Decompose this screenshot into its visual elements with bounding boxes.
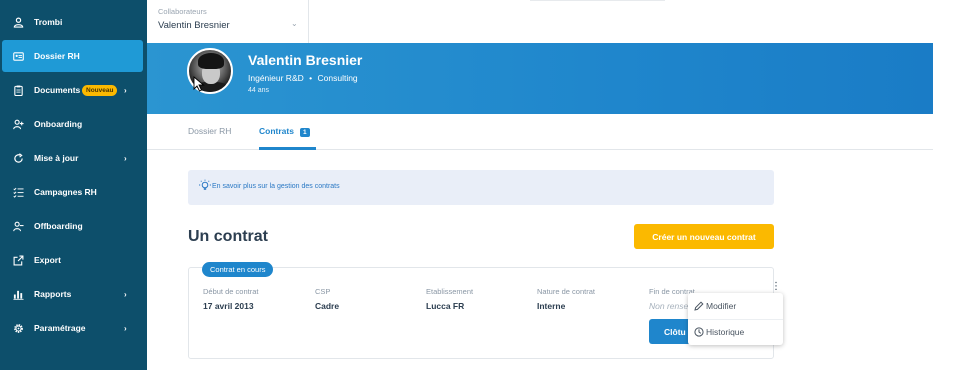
profile-banner: Valentin Bresnier Ingénieur R&D • Consul… (147, 43, 933, 114)
person-add-icon (12, 118, 24, 130)
top-divider (530, 0, 665, 1)
profile-age: 44 ans (248, 87, 270, 94)
tab-bar: Dossier RH Contrats 1 (147, 114, 933, 150)
sidebar-item-label: Offboarding (34, 221, 83, 231)
sidebar-item-offboarding[interactable]: Offboarding (0, 210, 147, 242)
menu-item-label: Historique (706, 327, 745, 337)
tab-count-badge: 1 (299, 128, 310, 137)
chevron-right-icon: › (124, 153, 127, 163)
context-menu: Modifier Historique (688, 293, 783, 345)
pencil-icon (694, 301, 704, 311)
contract-field-label: CSP (315, 287, 331, 296)
sidebar-item-dossier-rh[interactable]: Dossier RH (2, 40, 143, 72)
person-icon (12, 16, 24, 28)
profile-name: Valentin Bresnier (248, 52, 363, 68)
sidebar-item-label: Export (34, 255, 61, 265)
sidebar-item-label: Dossier RH (34, 51, 80, 61)
sidebar-item-parametrage[interactable]: Paramétrage › (0, 312, 147, 344)
id-card-icon (12, 50, 24, 62)
sidebar-item-label: Mise à jour (34, 153, 79, 163)
collaborator-select-value: Valentin Bresnier (158, 20, 230, 31)
collaborator-select-label: Collaborateurs (158, 7, 207, 16)
sidebar-item-label: Paramétrage (34, 323, 86, 333)
tab-contrats[interactable]: Contrats 1 (259, 126, 310, 137)
lightbulb-icon (199, 179, 211, 190)
sidebar-item-label: Campagnes RH (34, 187, 97, 197)
section-title: Un contrat (188, 228, 268, 245)
tab-dossier-rh[interactable]: Dossier RH (188, 126, 231, 136)
avatar-hair (198, 53, 224, 69)
sidebar-item-mise-a-jour[interactable]: Mise à jour › (0, 142, 147, 174)
sidebar: Trombi Dossier RH Documents Nouveau › On… (0, 0, 147, 370)
contract-field-label: Début de contrat (203, 287, 259, 296)
contract-field-value: Interne (537, 301, 566, 311)
checklist-icon (12, 186, 24, 198)
clock-icon (694, 327, 704, 337)
chevron-right-icon: › (124, 289, 127, 299)
status-badge: Contrat en cours (202, 262, 274, 277)
profile-department: Consulting (317, 73, 358, 83)
contract-field-label: Etablissement (426, 287, 474, 296)
info-link[interactable]: En savoir plus sur la gestion des contra… (212, 183, 340, 190)
active-tab-indicator (259, 147, 316, 150)
sidebar-item-trombi[interactable]: Trombi (0, 6, 147, 38)
contract-field-value: Non rense (649, 301, 689, 311)
top-bar (309, 0, 933, 43)
sidebar-item-label: Onboarding (34, 119, 83, 129)
collaborator-select[interactable]: Collaborateurs Valentin Bresnier ⌄ (147, 0, 309, 43)
sidebar-item-label: Trombi (34, 17, 63, 27)
sidebar-item-documents[interactable]: Documents Nouveau › (0, 74, 147, 106)
contract-field-label: Nature de contrat (537, 287, 595, 296)
contract-field-value: 17 avril 2013 (203, 301, 254, 311)
sidebar-item-rapports[interactable]: Rapports › (0, 278, 147, 310)
menu-item-historique[interactable]: Historique (688, 319, 783, 345)
tab-contrats-label: Contrats (259, 126, 294, 136)
menu-item-modifier[interactable]: Modifier (688, 293, 783, 319)
profile-role: Ingénieur R&D (248, 73, 304, 83)
mouse-cursor-icon (193, 76, 205, 92)
chevron-right-icon: › (124, 85, 127, 95)
sidebar-item-label: Rapports (34, 289, 72, 299)
chevron-right-icon: › (124, 323, 127, 333)
info-banner: En savoir plus sur la gestion des contra… (188, 170, 774, 205)
create-contract-button[interactable]: Créer un nouveau contrat (634, 224, 774, 249)
profile-role-line: Ingénieur R&D • Consulting (248, 73, 358, 83)
export-icon (12, 254, 24, 266)
menu-item-label: Modifier (706, 301, 737, 311)
profile-separator: • (309, 73, 313, 83)
clipboard-icon (12, 84, 24, 96)
sidebar-item-label: Documents (34, 85, 81, 95)
sidebar-item-onboarding[interactable]: Onboarding (0, 108, 147, 140)
person-remove-icon (12, 220, 24, 232)
contract-card (188, 267, 774, 359)
contract-field-value: Lucca FR (426, 301, 465, 311)
refresh-icon (12, 152, 24, 164)
new-badge: Nouveau (82, 84, 118, 96)
sidebar-item-export[interactable]: Export (0, 244, 147, 276)
more-options-icon[interactable]: ⋮ (771, 280, 781, 294)
gear-icon (12, 322, 24, 334)
chevron-down-icon: ⌄ (291, 19, 298, 28)
bar-chart-icon (12, 288, 24, 300)
contract-field-value: Cadre (315, 301, 340, 311)
sidebar-item-campagnes-rh[interactable]: Campagnes RH (0, 176, 147, 208)
